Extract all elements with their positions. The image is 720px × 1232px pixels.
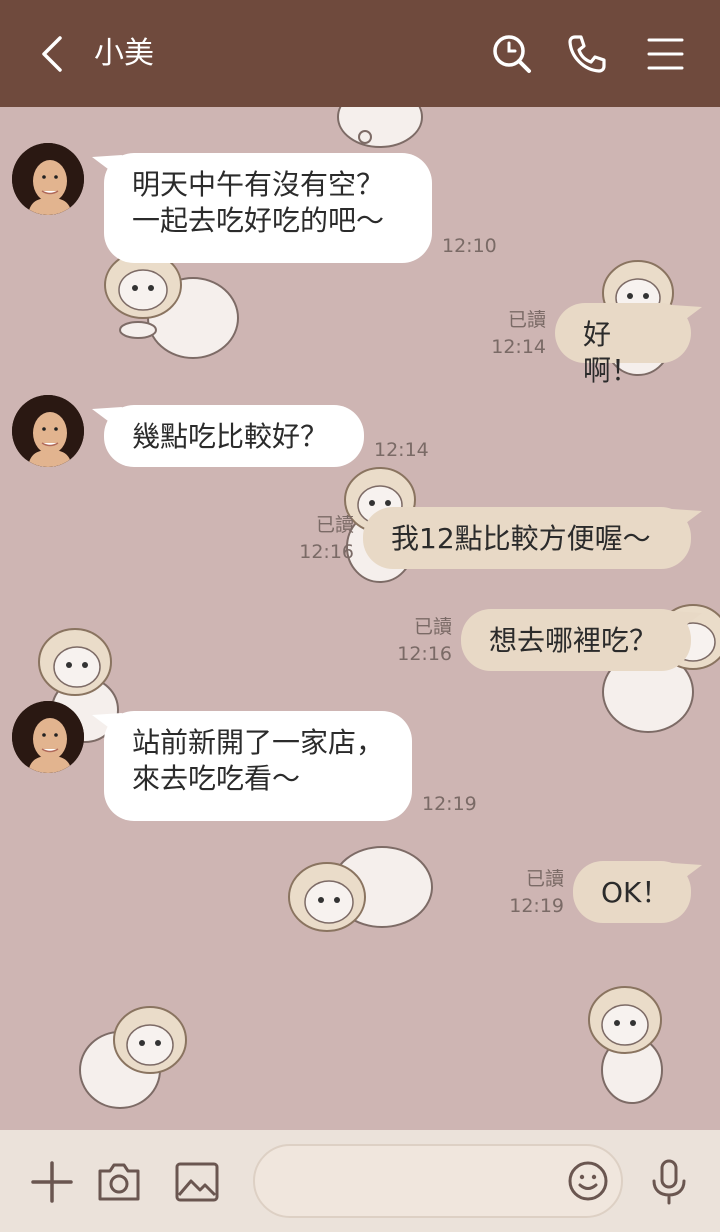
chat-header: 小美: [0, 0, 720, 107]
cat-sticker-image: [79, 1006, 187, 1109]
message-bubble-outgoing[interactable]: 我12點比較方便喔～: [363, 507, 691, 569]
bubble-tail: [672, 509, 702, 529]
message-bubble-incoming[interactable]: 幾點吃比較好？: [104, 405, 364, 467]
cat-sticker-image: [337, 107, 423, 148]
avatar-photo-image: [12, 701, 84, 773]
message-bubble-incoming[interactable]: 明天中午有沒有空？ 一起去吃好吃的吧～: [104, 153, 432, 263]
message-bubble-incoming[interactable]: 站前新開了一家店， 來去吃吃看～: [104, 711, 412, 821]
message-time: 12:14: [491, 336, 546, 358]
message-text: 幾點吃比較好？: [132, 420, 329, 453]
contact-avatar[interactable]: [12, 143, 84, 215]
cat-sticker-image: [104, 251, 239, 359]
message-text: 想去哪裡吃？: [489, 624, 658, 657]
message-text: 來去吃吃看～: [132, 762, 301, 795]
contact-avatar[interactable]: [12, 701, 84, 773]
message-text: OK！: [601, 876, 670, 909]
message-time: 12:14: [374, 439, 429, 461]
cat-sticker-image: [588, 986, 663, 1104]
message-time: 12:16: [397, 643, 452, 665]
chat-title: 小美: [94, 36, 154, 71]
message-time: 12:10: [442, 235, 497, 257]
cat-sticker-image: [288, 846, 433, 932]
message-text: 站前新開了一家店，: [132, 726, 385, 759]
message-time: 12:16: [299, 541, 354, 563]
read-receipt: 已讀: [507, 309, 546, 331]
message-bubble-outgoing[interactable]: 好啊！: [555, 303, 691, 387]
message-text: 明天中午有沒有空？: [132, 168, 385, 201]
message-text: 一起去吃好吃的吧～: [132, 204, 385, 237]
camera-icon[interactable]: [94, 1157, 144, 1207]
menu-icon[interactable]: [644, 32, 688, 76]
avatar-photo-image: [12, 395, 84, 467]
message-input[interactable]: [279, 1158, 563, 1206]
message-text: 好啊！: [583, 318, 640, 387]
message-bubble-outgoing[interactable]: 想去哪裡吃？: [461, 609, 691, 671]
image-icon[interactable]: [172, 1157, 222, 1207]
read-receipt: 已讀: [315, 514, 354, 536]
search-icon[interactable]: [490, 32, 534, 76]
message-text: 我12點比較方便喔～: [391, 522, 651, 555]
read-receipt: 已讀: [413, 616, 452, 638]
contact-avatar[interactable]: [12, 395, 84, 467]
avatar-photo-image: [12, 143, 84, 215]
message-time: 12:19: [422, 793, 477, 815]
microphone-icon[interactable]: [644, 1157, 694, 1207]
phone-icon[interactable]: [565, 32, 609, 76]
bubble-tail: [672, 305, 702, 325]
emoji-icon[interactable]: [565, 1158, 611, 1204]
plus-icon[interactable]: [27, 1157, 77, 1207]
composer-bar: [0, 1130, 720, 1232]
bubble-tail: [672, 863, 702, 883]
bubble-tail: [672, 611, 702, 631]
read-receipt: 已讀: [525, 868, 564, 890]
back-arrow-icon[interactable]: [34, 32, 74, 76]
message-time: 12:19: [509, 895, 564, 917]
chat-area[interactable]: 明天中午有沒有空？ 一起去吃好吃的吧～ 12:10 已讀 12:14 好啊！ 幾…: [0, 107, 720, 1130]
message-input-box[interactable]: [253, 1144, 623, 1218]
